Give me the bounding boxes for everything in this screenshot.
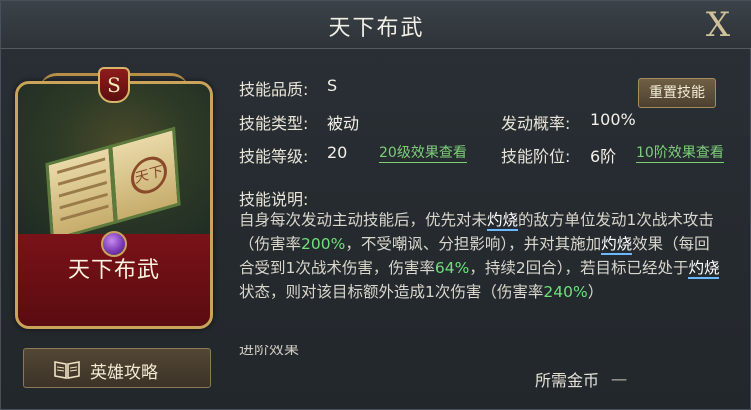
reset-skill-button[interactable]: 重置技能 xyxy=(638,78,716,108)
skill-card: 天下 S 天下布武 xyxy=(15,67,213,329)
card-skill-name: 天下布武 xyxy=(67,258,160,283)
hero-guide-button[interactable]: 英雄攻略 xyxy=(23,348,211,388)
extra-damage-rate-value: 240% xyxy=(543,283,588,301)
stage-effect-link[interactable]: 10阶效果查看 xyxy=(636,144,724,163)
level-label: 技能等级: xyxy=(239,147,309,166)
skill-detail-panel: 天下布武 X 天下 S 天下布武 英雄攻略 技能品质: S 重置技能 技能类型:… xyxy=(0,0,751,410)
stage-value: 6阶 xyxy=(590,147,617,166)
war-book-icon: 天下 xyxy=(45,126,182,242)
book-icon xyxy=(54,361,80,379)
trigger-rate-label: 发动概率: xyxy=(501,114,571,133)
advance-effect-heading: 进阶效果 xyxy=(239,345,300,355)
trigger-rate-value: 100% xyxy=(590,110,636,129)
hero-guide-label: 英雄攻略 xyxy=(90,363,158,383)
card-frame: 天下 xyxy=(15,81,213,329)
type-label: 技能类型: xyxy=(239,114,309,133)
stage-label: 技能阶位: xyxy=(501,147,571,166)
quality-value: S xyxy=(327,76,338,95)
type-value: 被动 xyxy=(327,114,360,133)
damage-rate-value: 200% xyxy=(301,235,346,253)
keyword-burn[interactable]: 灼烧 xyxy=(688,259,720,279)
keyword-burn[interactable]: 灼烧 xyxy=(487,211,519,231)
gold-cost-value: 一 xyxy=(611,371,628,390)
description-title: 技能说明: xyxy=(239,190,309,209)
keyword-burn[interactable]: 灼烧 xyxy=(601,235,633,255)
gold-cost-label: 所需金币 xyxy=(535,371,600,390)
level-effect-link[interactable]: 20级效果查看 xyxy=(379,144,467,163)
seal-stamp: 天下 xyxy=(129,152,169,198)
level-value: 20 xyxy=(327,143,348,162)
rank-badge: S xyxy=(98,67,130,103)
quality-label: 技能品质: xyxy=(239,80,309,99)
skill-art: 天下 xyxy=(18,84,210,242)
skill-description: 自身每次发动主动技能后，优先对未灼烧的敌方单位发动1次战术攻击（伤害率200%，… xyxy=(239,211,720,301)
skill-info: 技能品质: S 重置技能 技能类型: 被动 发动概率: 100% 技能等级: 2… xyxy=(239,1,751,410)
burn-damage-rate-value: 64% xyxy=(434,259,470,277)
